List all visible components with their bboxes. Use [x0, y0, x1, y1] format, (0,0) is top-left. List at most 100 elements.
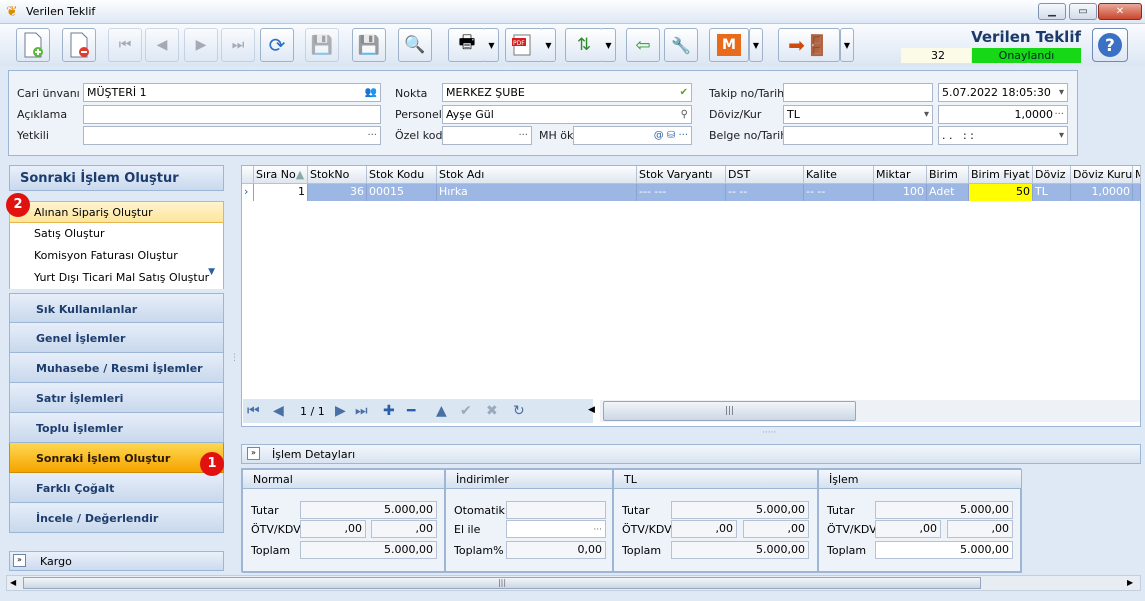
col-varyant[interactable]: Stok Varyantı: [637, 166, 726, 184]
nav-next-icon[interactable]: ▶: [335, 403, 346, 419]
ellipsis-icon[interactable]: ···: [518, 127, 528, 144]
transfer-button[interactable]: ⇅: [565, 28, 603, 62]
save-button[interactable]: 💾: [305, 28, 339, 62]
email-icon[interactable]: @ ⛁ ···: [654, 127, 688, 144]
cari-field[interactable]: MÜŞTERİ 1 👥: [83, 83, 381, 102]
group-duplicate[interactable]: Farklı Çoğalt: [9, 473, 224, 503]
nav-last-icon[interactable]: ⏭: [355, 403, 368, 419]
print-button[interactable]: 🖶: [448, 28, 486, 62]
last-record-button[interactable]: ⏭: [221, 28, 255, 62]
col-more[interactable]: M: [1133, 166, 1141, 184]
ellipsis-icon[interactable]: ···: [1054, 106, 1064, 123]
prev-record-button[interactable]: ◀: [145, 28, 179, 62]
cell-doviz[interactable]: TL: [1033, 184, 1071, 201]
belge-field[interactable]: [783, 126, 933, 145]
scroll-thumb[interactable]: |||: [603, 401, 856, 421]
cell-birim-fiyat[interactable]: 50: [969, 184, 1033, 201]
grid-horizontal-scrollbar[interactable]: ◀ |||: [588, 400, 1140, 422]
chevron-down-icon[interactable]: ▾: [1059, 84, 1064, 101]
mhok-field[interactable]: @ ⛁ ···: [573, 126, 692, 145]
group-next-action[interactable]: Sonraki İşlem Oluştur: [9, 443, 224, 473]
col-kalite[interactable]: Kalite: [804, 166, 874, 184]
col-miktar[interactable]: Miktar: [874, 166, 927, 184]
scroll-down-icon[interactable]: ▼: [208, 267, 215, 277]
nav-first-icon[interactable]: ⏮: [247, 403, 260, 419]
nav-check-icon[interactable]: ✔: [460, 403, 472, 419]
col-doviz[interactable]: Döviz: [1033, 166, 1071, 184]
collapse-icon[interactable]: »: [247, 447, 260, 460]
aciklama-field[interactable]: [83, 105, 381, 124]
col-dst[interactable]: DST: [726, 166, 804, 184]
people-icon[interactable]: 👥: [365, 84, 377, 101]
col-stok-kodu[interactable]: Stok Kodu: [367, 166, 437, 184]
nav-prev-icon[interactable]: ◀: [273, 403, 284, 419]
cell-varyant[interactable]: --- ---: [637, 184, 726, 201]
group-favorites[interactable]: Sık Kullanılanlar: [9, 293, 224, 323]
export-pdf-button[interactable]: PDF: [505, 28, 543, 62]
cell-stok-kodu[interactable]: 00015: [367, 184, 437, 201]
nav-add-icon[interactable]: ✚: [383, 403, 395, 419]
scroll-left-icon[interactable]: ◀: [10, 578, 16, 587]
col-stokno[interactable]: StokNo: [308, 166, 367, 184]
cancel-save-button[interactable]: 💾: [352, 28, 386, 62]
minimize-button[interactable]: ▁: [1038, 3, 1066, 20]
expand-icon[interactable]: »: [13, 554, 26, 567]
next-action-header[interactable]: Sonraki İşlem Oluştur: [9, 165, 224, 191]
create-sale-item[interactable]: Satış Oluştur: [9, 223, 224, 245]
scroll-thumb[interactable]: |||: [23, 577, 981, 589]
m-button[interactable]: M: [709, 28, 749, 62]
nav-remove-icon[interactable]: ━: [407, 403, 415, 419]
group-review[interactable]: İncele / Değerlendir: [9, 503, 224, 533]
first-record-button[interactable]: ⏮: [108, 28, 142, 62]
m-dropdown[interactable]: ▼: [749, 28, 763, 62]
import-button[interactable]: ⇦: [626, 28, 660, 62]
yetkili-field[interactable]: ···: [83, 126, 381, 145]
col-birim[interactable]: Birim: [927, 166, 969, 184]
cell-stokno[interactable]: 36: [308, 184, 367, 201]
chevron-down-icon[interactable]: ▾: [1059, 127, 1064, 144]
scroll-left-icon[interactable]: ◀: [588, 405, 595, 415]
group-row-ops[interactable]: Satır İşlemleri: [9, 383, 224, 413]
cell-sira[interactable]: 1: [254, 184, 308, 201]
kargo-bar[interactable]: » Kargo: [9, 551, 224, 571]
cell-birim[interactable]: Adet: [927, 184, 969, 201]
close-window-button[interactable]: ✕: [1098, 3, 1142, 20]
horizontal-splitter[interactable]: ·····: [762, 428, 776, 438]
create-commission-invoice-item[interactable]: Komisyon Faturası Oluştur: [9, 245, 224, 267]
cell-stok-adi[interactable]: Hırka: [437, 184, 637, 201]
group-general[interactable]: Genel İşlemler: [9, 323, 224, 353]
col-stok-adi[interactable]: Stok Adı: [437, 166, 637, 184]
transfer-dropdown[interactable]: ▼: [602, 28, 616, 62]
maximize-button[interactable]: ▭: [1069, 3, 1097, 20]
col-doviz-kuru[interactable]: Döviz Kuru: [1071, 166, 1133, 184]
nav-refresh-icon[interactable]: ↻: [513, 403, 525, 419]
cell-dst[interactable]: -- --: [726, 184, 804, 201]
refresh-button[interactable]: ⟳: [260, 28, 294, 62]
ozelkod-field[interactable]: ···: [442, 126, 532, 145]
create-export-sale-item[interactable]: Yurt Dışı Ticari Mal Satış Oluştur ▼: [9, 267, 224, 289]
personel-field[interactable]: Ayşe Gül ⚲: [442, 105, 692, 124]
cell-miktar[interactable]: 100: [874, 184, 927, 201]
preview-button[interactable]: 🔍: [398, 28, 432, 62]
exit-dropdown[interactable]: ▼: [840, 28, 854, 62]
exit-button[interactable]: ➡🚪: [778, 28, 840, 62]
nav-up-icon[interactable]: ▲: [436, 403, 447, 419]
nav-cancel-icon[interactable]: ✖: [486, 403, 498, 419]
cell-doviz-kuru[interactable]: 1,0000: [1071, 184, 1133, 201]
takip-date-field[interactable]: 5.07.2022 18:05:30 ▾: [938, 83, 1068, 102]
create-order-item[interactable]: Alınan Sipariş Oluştur: [9, 201, 224, 223]
scroll-right-icon[interactable]: ▶: [1127, 578, 1133, 587]
takip-field[interactable]: [783, 83, 933, 102]
details-bar[interactable]: » İşlem Detayları: [241, 444, 1141, 464]
col-birim-fiyat[interactable]: Birim Fiyat: [969, 166, 1033, 184]
new-record-button[interactable]: [16, 28, 50, 62]
tools-button[interactable]: 🔧: [664, 28, 698, 62]
group-accounting[interactable]: Muhasebe / Resmi İşlemler: [9, 353, 224, 383]
belge-date-field[interactable]: . . : : ▾: [938, 126, 1068, 145]
window-horizontal-scrollbar[interactable]: ◀ ||| ▶: [6, 575, 1141, 591]
cell-more[interactable]: [1133, 184, 1141, 201]
cell-kalite[interactable]: -- --: [804, 184, 874, 201]
help-button[interactable]: ?: [1092, 28, 1128, 62]
print-dropdown[interactable]: ▼: [485, 28, 499, 62]
row-indicator-icon[interactable]: ›: [242, 184, 254, 201]
